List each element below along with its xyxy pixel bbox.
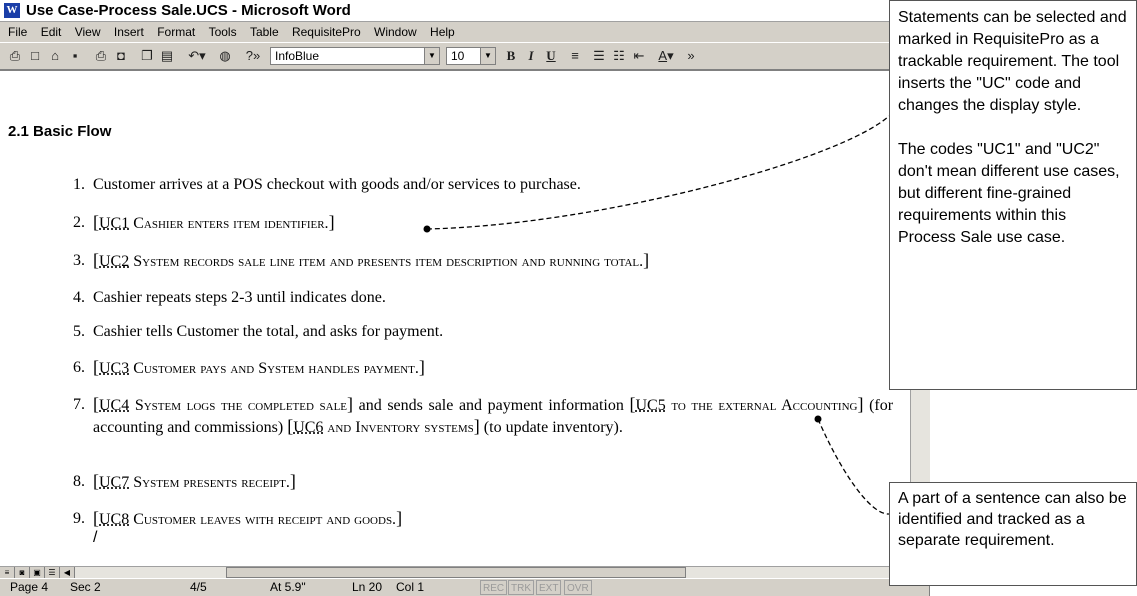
status-ovr[interactable]: OVR — [564, 580, 592, 595]
menu-help[interactable]: Help — [430, 22, 455, 42]
requirement-text: Customer leaves with receipt and goods. — [133, 511, 397, 528]
help-icon[interactable]: ?» — [240, 47, 266, 65]
list-item: 9. [UC8 Customer leaves with receipt and … — [73, 508, 403, 528]
requirement-tag[interactable]: UC7 — [99, 474, 129, 491]
list-item: 6. [UC3 Customer pays and System handles … — [73, 357, 425, 377]
status-position: At 5.9" — [270, 580, 306, 594]
requirement-tag[interactable]: UC4 — [99, 397, 129, 414]
italic-button[interactable]: I — [522, 47, 540, 65]
new-document-icon[interactable]: □ — [26, 47, 44, 65]
list-item: 7. [UC4 System logs the completed sale] a… — [73, 394, 894, 436]
requirement-tag[interactable]: UC6 — [293, 419, 323, 436]
underline-button[interactable]: U — [542, 47, 560, 65]
requirement-tag[interactable]: UC2 — [99, 253, 129, 270]
menu-view[interactable]: View — [75, 22, 101, 42]
print-layout-icon[interactable]: ▣ — [30, 567, 45, 578]
requirement-text: System records sale line item and presen… — [133, 253, 644, 270]
copy-icon[interactable]: ❐ — [138, 47, 156, 65]
paste-icon[interactable]: ▤ — [158, 47, 176, 65]
decrease-indent-icon[interactable]: ⇤ — [630, 47, 648, 65]
hyperlink-icon[interactable]: ◍ — [216, 47, 234, 65]
style-combo[interactable]: InfoBlue ▼ — [270, 47, 440, 65]
scroll-thumb[interactable] — [226, 567, 686, 578]
toolbar-overflow-icon[interactable]: » — [684, 47, 698, 65]
undo-icon[interactable]: ↶▾ — [184, 47, 210, 65]
save-icon[interactable]: ▪ — [66, 47, 84, 65]
font-size-combo[interactable]: 10 ▼ — [446, 47, 496, 65]
status-page-count: 4/5 — [190, 580, 207, 594]
bold-button[interactable]: B — [502, 47, 520, 65]
menu-tools[interactable]: Tools — [209, 22, 237, 42]
callout-top-paragraph-1: Statements can be selected and marked in… — [898, 9, 1127, 114]
status-bar: Page 4 Sec 2 4/5 At 5.9" Ln 20 Col 1 REC… — [0, 578, 930, 596]
chevron-down-icon[interactable]: ▼ — [480, 48, 495, 64]
print-preview-icon[interactable]: ⎙ — [6, 47, 24, 65]
list-item: 8. [UC7 System presents receipt.] — [73, 471, 296, 491]
section-heading: 2.1 Basic Flow — [8, 123, 112, 140]
list-item: 4. Cashier repeats steps 2-3 until indica… — [73, 289, 386, 306]
menu-insert[interactable]: Insert — [114, 22, 144, 42]
numbered-list-icon[interactable]: ☰ — [590, 47, 608, 65]
bullet-list-icon[interactable]: ☷ — [610, 47, 628, 65]
list-item: 3. [UC2 System records sale line item and… — [73, 250, 650, 270]
list-item: 5. Cashier tells Customer the total, and … — [73, 323, 444, 340]
formatting-toolbar: ⎙ □ ⌂ ▪ ⎙ ◘ ❐ ▤ ↶▾ ◍ ?» InfoBlue ▼ 10 ▼ … — [0, 42, 930, 70]
list-item: 1. Customer arrives at a POS checkout wit… — [73, 176, 581, 193]
window-title: Use Case-Process Sale.UCS - Microsoft Wo… — [26, 2, 351, 19]
align-justify-icon[interactable]: ≡ — [566, 47, 584, 65]
requirement-text: Customer pays and System handles payment… — [133, 360, 419, 377]
status-line: Ln 20 — [352, 580, 383, 594]
font-size-value: 10 — [451, 49, 465, 63]
callout-top-paragraph-2: The codes "UC1" and "UC2" don't mean dif… — [898, 141, 1120, 246]
normal-view-icon[interactable]: ≡ — [0, 567, 15, 578]
open-folder-icon[interactable]: ⌂ — [46, 47, 64, 65]
menu-bar: File Edit View Insert Format Tools Table… — [0, 22, 930, 42]
web-view-icon[interactable]: ◙ — [15, 567, 30, 578]
menu-window[interactable]: Window — [374, 22, 417, 42]
menu-requisitepro[interactable]: RequisitePro — [292, 22, 361, 42]
style-value: InfoBlue — [275, 49, 320, 63]
requirement-tag[interactable]: UC1 — [99, 215, 129, 232]
scroll-left-icon[interactable]: ◀ — [60, 567, 75, 578]
requirement-tag[interactable]: UC8 — [99, 511, 129, 528]
status-section: Sec 2 — [70, 580, 101, 594]
document-area[interactable]: 2.1 Basic Flow 1. Customer arrives at a P… — [0, 70, 910, 566]
print-icon[interactable]: ⎙ — [92, 47, 110, 65]
list-item: 2. [UC1 Cashier enters item identifier.] — [73, 212, 335, 232]
text-cursor: / — [93, 529, 98, 546]
chevron-down-icon[interactable]: ▼ — [424, 48, 439, 64]
callout-top: Statements can be selected and marked in… — [889, 0, 1137, 390]
requirement-text: System presents receipt. — [133, 474, 290, 491]
status-trk[interactable]: TRK — [508, 580, 534, 595]
font-color-icon[interactable]: A▾ — [652, 47, 680, 65]
requirement-tag[interactable]: UC3 — [99, 360, 129, 377]
menu-file[interactable]: File — [8, 22, 27, 42]
requirement-text: Cashier enters item identifier. — [133, 215, 329, 232]
status-column: Col 1 — [396, 580, 425, 594]
outline-view-icon[interactable]: ☰ — [45, 567, 60, 578]
preview-icon[interactable]: ◘ — [112, 47, 130, 65]
menu-table[interactable]: Table — [250, 22, 279, 42]
status-ext[interactable]: EXT — [536, 580, 562, 595]
callout-bottom-text: A part of a sentence can also be identif… — [898, 490, 1127, 549]
word-window: W Use Case-Process Sale.UCS - Microsoft … — [0, 0, 930, 596]
menu-format[interactable]: Format — [157, 22, 195, 42]
horizontal-scrollbar[interactable]: ≡ ◙ ▣ ☰ ◀ — [0, 566, 910, 578]
callout-bottom: A part of a sentence can also be identif… — [889, 482, 1137, 586]
status-rec[interactable]: REC — [480, 580, 508, 595]
title-bar: W Use Case-Process Sale.UCS - Microsoft … — [0, 0, 930, 22]
word-app-icon: W — [4, 3, 20, 18]
status-page: Page 4 — [10, 580, 49, 594]
menu-edit[interactable]: Edit — [41, 22, 62, 42]
requirement-tag[interactable]: UC5 — [635, 397, 665, 414]
